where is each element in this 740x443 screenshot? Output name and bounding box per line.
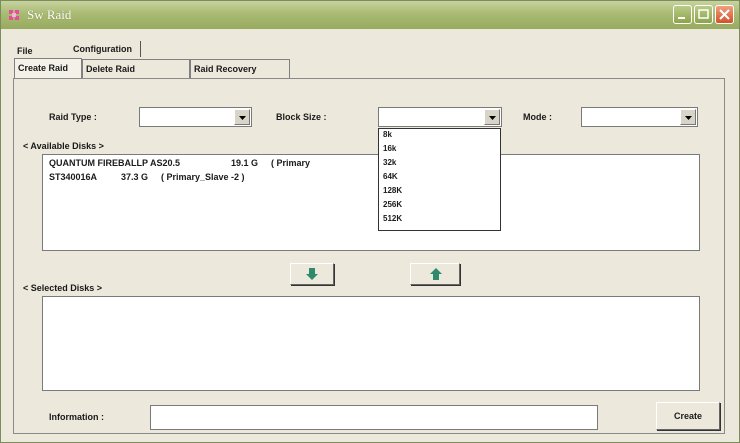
menu-file[interactable]: File <box>17 46 33 56</box>
option-item[interactable]: 64K <box>383 172 398 181</box>
information-field[interactable] <box>150 405 598 430</box>
close-icon <box>719 9 730 20</box>
available-disks-label: < Available Disks > <box>23 141 104 151</box>
close-button[interactable] <box>715 5 734 24</box>
list-item[interactable]: ST340016A 37.3 G ( Primary_Slave -2 ) <box>49 172 245 182</box>
raid-type-select[interactable] <box>139 107 252 127</box>
disk-size: 19.1 G <box>231 158 259 168</box>
chevron-down-icon <box>489 116 496 120</box>
available-disks-list[interactable]: QUANTUM FIREBALLP AS20.5 19.1 G( Primary … <box>42 154 700 251</box>
mode-select[interactable] <box>581 107 698 127</box>
app-window: Sw Raid File Configuration Create Raid D… <box>0 0 740 443</box>
title-bar[interactable]: Sw Raid <box>1 1 739 29</box>
disk-role: ( Primary_Slave -2 ) <box>161 172 245 182</box>
remove-disk-button[interactable] <box>410 263 460 285</box>
disk-name: QUANTUM FIREBALLP AS20.5 <box>49 158 181 168</box>
list-item[interactable]: QUANTUM FIREBALLP AS20.5 19.1 G ( Primary <box>49 158 310 168</box>
mode-label: Mode : <box>523 112 552 122</box>
option-item[interactable]: 256K <box>383 200 402 209</box>
minimize-button[interactable] <box>673 5 692 24</box>
block-size-dropdown-button[interactable] <box>484 109 500 125</box>
minimize-icon <box>678 17 685 19</box>
app-icon <box>9 10 19 20</box>
option-item[interactable]: 128K <box>383 186 402 195</box>
tab-raid-recovery[interactable]: Raid Recovery <box>190 59 290 78</box>
block-size-label: Block Size : <box>276 112 327 122</box>
maximize-button[interactable] <box>694 5 713 24</box>
arrow-down-icon <box>306 268 318 280</box>
maximize-icon <box>698 9 709 19</box>
window-title: Sw Raid <box>27 7 72 22</box>
add-disk-button[interactable] <box>290 263 334 285</box>
create-button[interactable]: Create <box>656 402 720 430</box>
block-size-options-list[interactable]: 8k 16k 32k 64K 128K 256K 512K <box>378 128 501 231</box>
information-label: Information : <box>49 412 104 422</box>
option-item[interactable]: 8k <box>383 130 392 139</box>
disk-name: ST340016A <box>49 172 98 182</box>
chevron-down-icon <box>685 116 692 120</box>
chevron-down-icon <box>239 116 246 120</box>
option-item[interactable]: 512K <box>383 214 402 223</box>
arrow-up-icon <box>430 268 442 280</box>
selected-disks-label: < Selected Disks > <box>23 283 103 293</box>
tab-delete-raid[interactable]: Delete Raid <box>82 59 190 78</box>
menu-configuration[interactable]: Configuration <box>67 41 141 57</box>
raid-type-dropdown-button[interactable] <box>234 109 250 125</box>
block-size-select[interactable] <box>378 107 502 127</box>
option-item[interactable]: 32k <box>383 158 396 167</box>
option-item[interactable]: 16k <box>383 144 396 153</box>
mode-dropdown-button[interactable] <box>680 109 696 125</box>
selected-disks-list[interactable] <box>42 296 700 391</box>
disk-size: 37.3 G <box>121 172 149 182</box>
disk-role: ( Primary <box>271 158 311 168</box>
tab-create-raid[interactable]: Create Raid <box>14 58 82 78</box>
raid-type-label: Raid Type : <box>49 112 97 122</box>
